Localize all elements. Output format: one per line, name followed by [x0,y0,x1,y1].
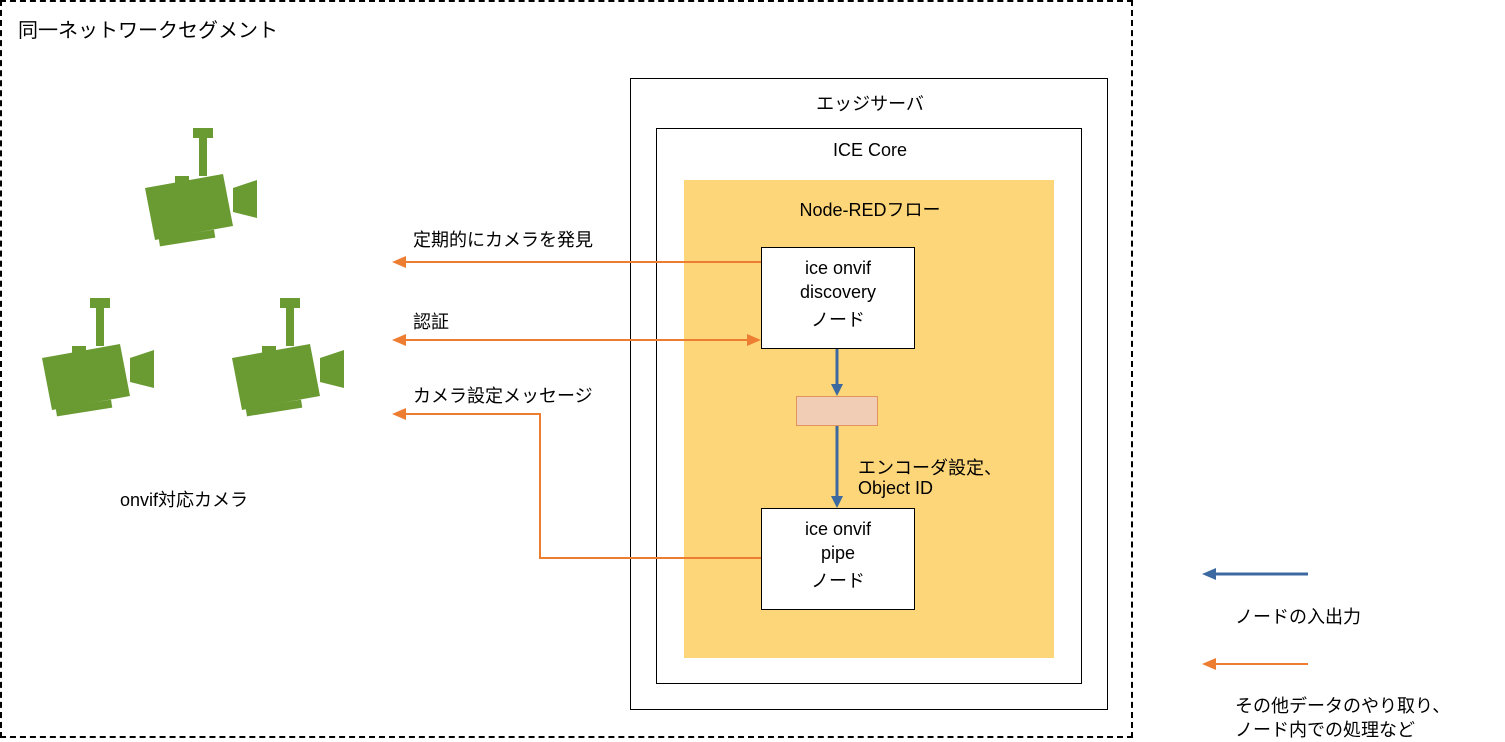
legend-orange-label-l2: ノード内での処理など [1235,716,1415,742]
edge-server-label: エッジサーバ [800,90,940,116]
discovery-node-line3: ノード [761,306,915,332]
legend-blue-label: ノードの入出力 [1235,603,1361,629]
arrow-label-auth: 認証 [413,308,449,334]
pipe-node-line2: pipe [761,543,915,564]
processing-box [796,396,878,426]
legend-orange-label-l1: その他データのやり取り、 [1235,692,1450,718]
arrow-label-discover: 定期的にカメラを発見 [413,226,593,252]
arrow-label-encoder-l2: Object ID [858,478,933,499]
arrow-label-camera-setting: カメラ設定メッセージ [413,382,593,408]
arrow-label-encoder-l1: エンコーダ設定、 [858,454,1002,480]
segment-title: 同一ネットワークセグメント [18,14,278,43]
pipe-node-line1: ice onvif [761,519,915,540]
discovery-node-line2: discovery [761,282,915,303]
ice-core-label: ICE Core [820,140,920,161]
camera-icon [232,298,352,443]
camera-icon [42,298,162,443]
camera-label: onvif対応カメラ [120,486,248,512]
node-red-flow-label: Node-REDフロー [780,196,960,222]
discovery-node-line1: ice onvif [761,258,915,279]
camera-icon [145,128,265,273]
pipe-node-line3: ノード [761,567,915,593]
diagram-canvas: 同一ネットワークセグメント [0,0,1505,738]
